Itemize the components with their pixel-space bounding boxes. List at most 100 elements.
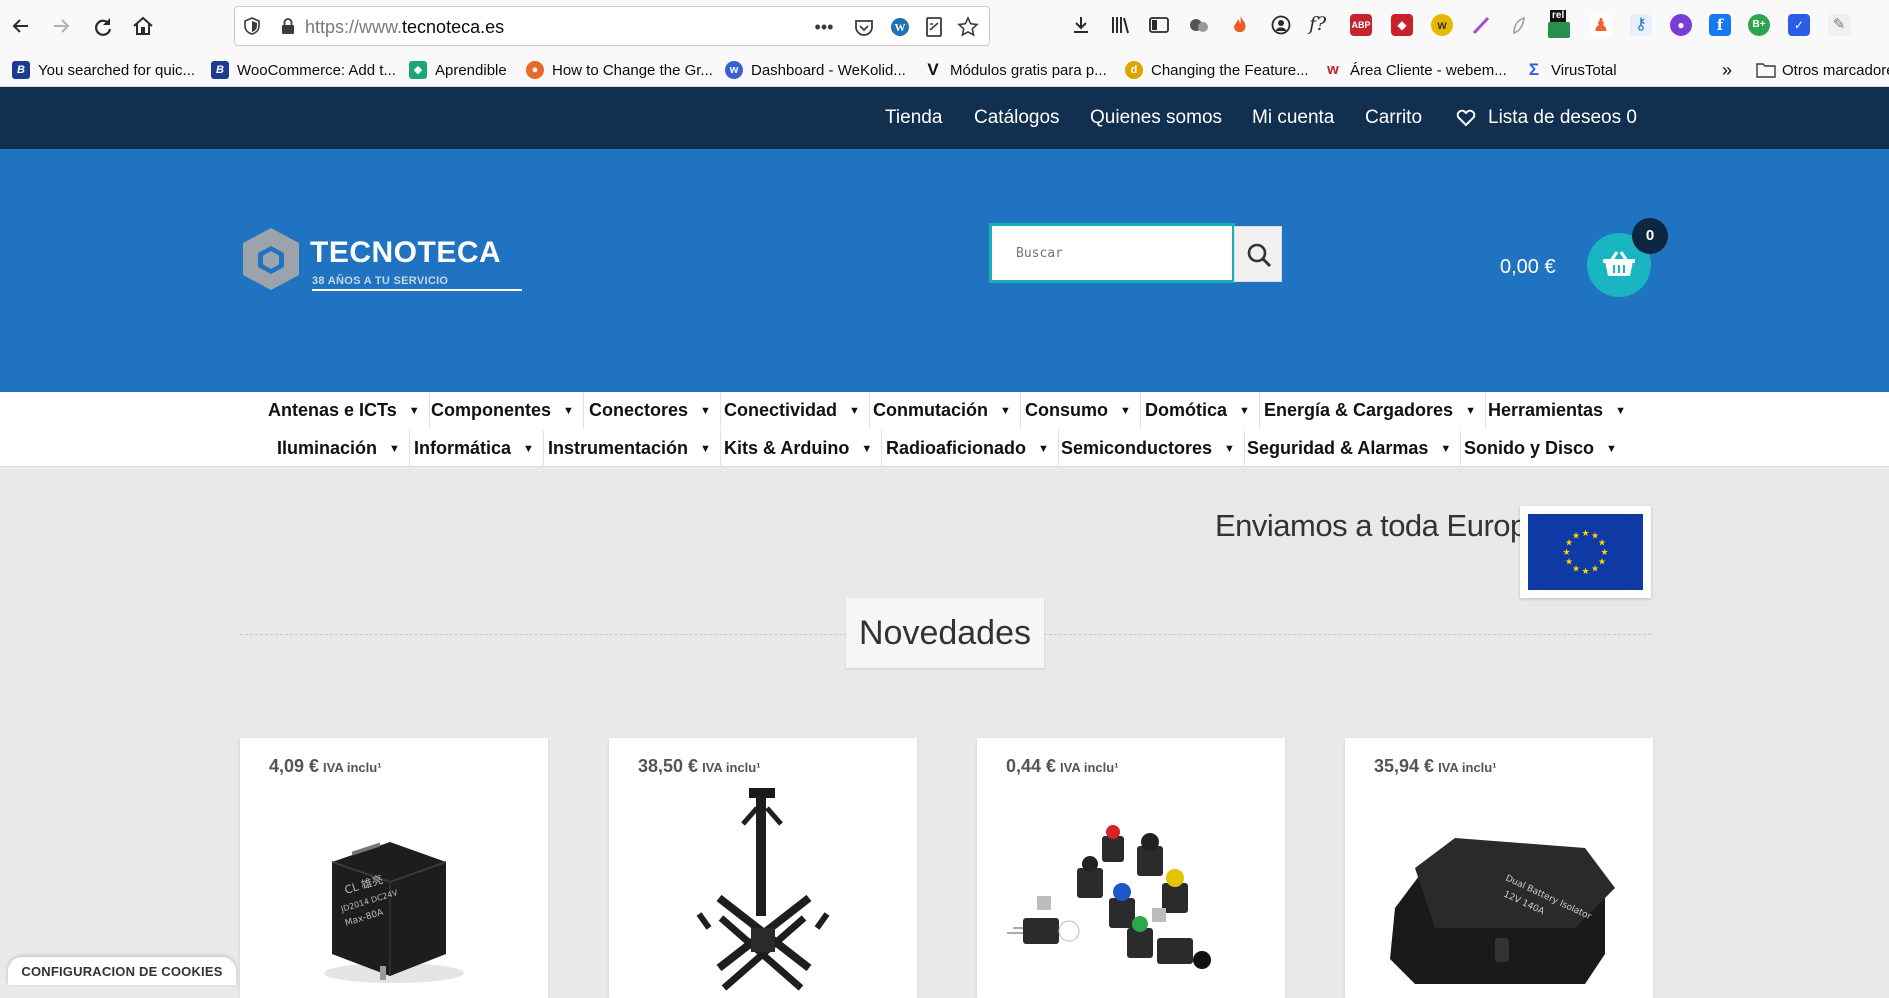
category-semiconductores[interactable]: Semiconductores ▼	[1052, 430, 1245, 467]
webempresa-icon: w	[1327, 61, 1339, 78]
downloads-icon[interactable]	[1070, 14, 1092, 36]
rel-icon[interactable]: rel	[1548, 10, 1572, 38]
feather-icon[interactable]	[1470, 14, 1492, 36]
pencil-ext-icon[interactable]: ✎	[1828, 14, 1850, 36]
d-logo-icon: d	[1125, 61, 1143, 79]
bookmark-item[interactable]: d Changing the Feature...	[1125, 59, 1309, 81]
bookmark-item[interactable]: w Área Cliente - webem...	[1324, 59, 1507, 81]
site-logo[interactable]: TECNOTECA 38 AÑOS A TU SERVICIO	[240, 226, 530, 296]
category-kits-arduino[interactable]: Kits & Arduino ▼	[715, 430, 883, 467]
sidebar-icon[interactable]	[1148, 14, 1170, 36]
product-card[interactable]: 38,50 € IVA inclu¹	[609, 738, 917, 998]
bookmarks-overflow-chevron-icon[interactable]: »	[1722, 59, 1732, 81]
caret-down-icon: ▼	[1465, 404, 1476, 417]
wordpress-icon[interactable]: W	[889, 16, 911, 38]
bookmark-item[interactable]: ● How to Change the Gr...	[526, 59, 713, 81]
bookmark-label: Área Cliente - webem...	[1350, 61, 1507, 79]
b-plus-icon[interactable]: B+	[1748, 14, 1770, 36]
category-domotica[interactable]: Domótica ▼	[1136, 392, 1260, 429]
key-icon[interactable]: ⚷	[1630, 14, 1652, 36]
category-label: Sonido y Disco	[1464, 438, 1595, 458]
category-iluminacion[interactable]: Iluminación ▼	[268, 430, 410, 467]
other-bookmarks[interactable]: Otros marcadores	[1756, 59, 1889, 81]
virustotal-icon: Σ	[1528, 60, 1540, 79]
reader-icon[interactable]	[923, 16, 945, 38]
account-ext-icon[interactable]	[1270, 14, 1292, 36]
category-sonido[interactable]: Sonido y Disco ▼	[1455, 430, 1626, 467]
arrow-right-icon	[54, 19, 70, 33]
bookmark-item[interactable]: ◆ Aprendible	[409, 59, 507, 81]
bookmark-item[interactable]: B WooCommerce: Add t...	[211, 59, 396, 81]
topnav-mi-cuenta[interactable]: Mi cuenta	[1252, 107, 1334, 129]
fire-ext-icon[interactable]	[1229, 14, 1251, 36]
privacy-badger-icon[interactable]	[1188, 14, 1210, 36]
category-label: Informática	[414, 438, 512, 458]
category-componentes[interactable]: Componentes ▼	[422, 392, 584, 429]
tracking-shield-icon[interactable]	[243, 17, 261, 35]
category-conmutacion[interactable]: Conmutación ▼	[864, 392, 1021, 429]
facebook-icon[interactable]: f	[1709, 14, 1731, 36]
circle-ext-icon[interactable]: ●	[1670, 14, 1692, 36]
category-antenas[interactable]: Antenas e ICTs ▼	[259, 392, 430, 429]
category-conectividad[interactable]: Conectividad ▼	[715, 392, 870, 429]
eu-flag: ★ ★ ★ ★ ★ ★ ★ ★ ★ ★ ★ ★	[1520, 506, 1651, 598]
category-conectores[interactable]: Conectores ▼	[580, 392, 721, 429]
url-bar[interactable]: https://www.tecnoteca.es ••• W	[234, 6, 990, 46]
library-icon[interactable]	[1109, 14, 1131, 36]
topnav-tienda[interactable]: Tienda	[885, 107, 942, 129]
product-card[interactable]: 0,44 € IVA inclu¹	[977, 738, 1285, 998]
topnav-wishlist[interactable]: Lista de deseos 0	[1456, 107, 1637, 129]
category-seguridad[interactable]: Seguridad & Alarmas ▼	[1238, 430, 1462, 467]
cookie-settings-tab[interactable]: CONFIGURACION DE COOKIES	[8, 957, 236, 985]
back-button[interactable]	[6, 11, 36, 41]
bookmark-item[interactable]: B You searched for quic...	[12, 59, 195, 81]
price-value: 4,09 €	[269, 756, 320, 776]
search-field[interactable]	[989, 223, 1235, 283]
bookmark-label: Dashboard - WeKolid...	[751, 61, 906, 79]
category-radioaficionado[interactable]: Radioaficionado ▼	[877, 430, 1059, 467]
category-informatica[interactable]: Informática ▼	[405, 430, 544, 467]
bookmark-item[interactable]: Σ VirusTotal	[1525, 59, 1617, 81]
tv-mount-product-image[interactable]	[609, 788, 917, 998]
tax-label: IVA inclu¹	[1060, 760, 1119, 775]
leaf-icon[interactable]	[1508, 14, 1530, 36]
topnav-catalogos[interactable]: Catálogos	[974, 107, 1060, 129]
lock-icon[interactable]	[279, 17, 297, 35]
forward-button[interactable]	[46, 11, 76, 41]
topnav-quienes-somos[interactable]: Quienes somos	[1090, 107, 1222, 129]
cart-total[interactable]: 0,00 €	[1500, 256, 1556, 279]
page-actions-icon[interactable]: •••	[813, 16, 835, 38]
reload-button[interactable]	[88, 11, 118, 41]
caret-down-icon: ▼	[1606, 442, 1617, 455]
category-herramientas[interactable]: Herramientas ▼	[1479, 392, 1635, 429]
category-label: Kits & Arduino	[724, 438, 850, 458]
w-ext-icon[interactable]: w	[1431, 14, 1453, 36]
product-card[interactable]: 4,09 € IVA inclu¹ CL 雄亮 JD2014 DC24V Max-…	[240, 738, 548, 998]
category-instrumentacion[interactable]: Instrumentación ▼	[539, 430, 721, 467]
bookmark-item[interactable]: V Módulos gratis para p...	[924, 59, 1106, 81]
product-card[interactable]: 35,94 € IVA inclu¹ Dual Battery Isolator …	[1345, 738, 1653, 998]
category-label: Componentes	[431, 400, 552, 420]
search-input[interactable]	[992, 226, 1232, 280]
battery-isolator-product-image[interactable]: Dual Battery Isolator 12V 140A	[1345, 788, 1653, 998]
home-button[interactable]	[128, 11, 158, 41]
svg-text:★: ★	[1581, 567, 1589, 577]
shield-ext-icon[interactable]: ◆	[1391, 14, 1413, 36]
search-button[interactable]	[1234, 226, 1282, 282]
abp-icon[interactable]: ABP	[1350, 14, 1372, 36]
arrow-left-icon	[12, 19, 28, 33]
category-energia[interactable]: Energía & Cargadores ▼	[1255, 392, 1486, 429]
relay-product-image[interactable]: CL 雄亮 JD2014 DC24V Max-80A	[240, 788, 548, 998]
bookmark-item[interactable]: w Dashboard - WeKolid...	[725, 59, 906, 81]
font-finder-icon[interactable]: f?	[1309, 13, 1335, 37]
svg-text:★: ★	[1591, 565, 1599, 575]
category-label: Conmutación	[873, 400, 988, 420]
topnav-carrito[interactable]: Carrito	[1365, 107, 1422, 129]
url-text[interactable]: https://www.tecnoteca.es	[305, 17, 504, 38]
bookmark-star-icon[interactable]	[957, 16, 979, 38]
push-buttons-product-image[interactable]	[977, 788, 1285, 998]
pocket-icon[interactable]	[853, 16, 875, 38]
person-ext-icon[interactable]: ♟	[1590, 14, 1612, 36]
check-ext-icon[interactable]: ✓	[1788, 14, 1810, 36]
category-consumo[interactable]: Consumo ▼	[1016, 392, 1141, 429]
